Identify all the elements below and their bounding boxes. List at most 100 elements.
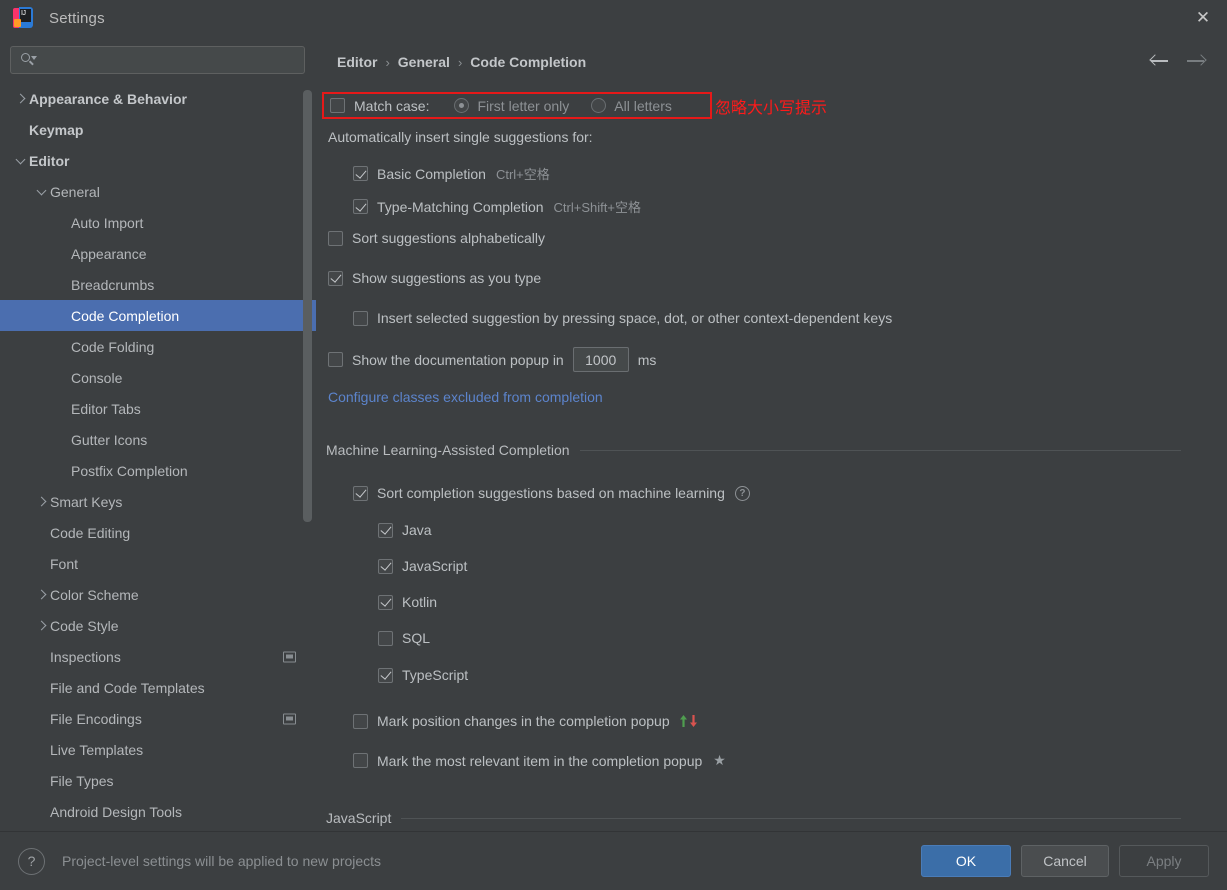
sidebar-item-label: General: [50, 184, 100, 200]
doc-popup-label-before: Show the documentation popup in: [352, 352, 564, 368]
ml-language-javascript-label: JavaScript: [402, 558, 467, 574]
tree-indent-spacer: [56, 308, 71, 323]
sidebar-item-auto-import[interactable]: Auto Import: [0, 207, 316, 238]
help-icon[interactable]: ?: [18, 848, 45, 875]
search-icon[interactable]: [20, 52, 36, 68]
sidebar-item-appearance-behavior[interactable]: Appearance & Behavior: [0, 83, 316, 114]
insert-selected-checkbox[interactable]: [353, 311, 368, 326]
match-case-checkbox[interactable]: [330, 98, 345, 113]
sidebar-item-inspections[interactable]: Inspections: [0, 641, 316, 672]
sort-alphabetically-checkbox[interactable]: [328, 231, 343, 246]
radio-all-letters[interactable]: [591, 98, 606, 113]
arrow-up-icon: [679, 714, 688, 728]
sidebar-item-label: File Types: [50, 773, 114, 789]
position-change-icons: [679, 714, 698, 728]
sidebar-item-file-and-code-templates[interactable]: File and Code Templates: [0, 672, 316, 703]
show-as-you-type-checkbox[interactable]: [328, 271, 343, 286]
mark-position-changes-checkbox[interactable]: [353, 714, 368, 729]
tree-indent-spacer: [56, 370, 71, 385]
chevron-right-icon[interactable]: [35, 494, 50, 509]
settings-content: Match case: First letter only All letter…: [316, 84, 1227, 831]
chevron-right-icon[interactable]: [35, 618, 50, 633]
arrow-left-icon[interactable]: [1149, 50, 1171, 72]
mark-most-relevant-checkbox[interactable]: [353, 753, 368, 768]
sidebar-item-live-templates[interactable]: Live Templates: [0, 734, 316, 765]
sidebar-item-color-scheme[interactable]: Color Scheme: [0, 579, 316, 610]
sidebar-item-label: Live Templates: [50, 742, 143, 758]
mark-position-changes-label: Mark position changes in the completion …: [377, 713, 670, 729]
ml-language-java-checkbox[interactable]: [378, 523, 393, 538]
arrow-right-icon[interactable]: [1185, 50, 1207, 72]
ml-language-typescript-checkbox[interactable]: [378, 668, 393, 683]
ml-language-java-label: Java: [402, 522, 432, 538]
tree-indent-spacer: [14, 122, 29, 137]
show-as-you-type-label: Show suggestions as you type: [352, 270, 541, 286]
sidebar-item-label: Android Design Tools: [50, 804, 182, 820]
sidebar-item-label: Code Editing: [50, 525, 130, 541]
auto-insert-label: Automatically insert single suggestions …: [328, 129, 593, 145]
sidebar-item-console[interactable]: Console: [0, 362, 316, 393]
configure-excluded-classes-link[interactable]: Configure classes excluded from completi…: [328, 389, 603, 405]
radio-first-letter-only[interactable]: [454, 98, 469, 113]
intellij-idea-logo-icon: IJ: [13, 7, 35, 29]
sidebar-item-code-editing[interactable]: Code Editing: [0, 517, 316, 548]
breadcrumb-item-general[interactable]: General: [398, 54, 450, 70]
ml-language-kotlin-checkbox[interactable]: [378, 595, 393, 610]
apply-button[interactable]: Apply: [1119, 845, 1209, 877]
ml-language-sql-label: SQL: [402, 630, 430, 646]
dialog-footer: ? Project-level settings will be applied…: [0, 831, 1227, 890]
sidebar-item-label: File and Code Templates: [50, 680, 205, 696]
ml-language-sql-checkbox[interactable]: [378, 631, 393, 646]
type-matching-completion-checkbox[interactable]: [353, 199, 368, 214]
tree-indent-spacer: [56, 339, 71, 354]
sidebar-item-appearance[interactable]: Appearance: [0, 238, 316, 269]
match-case-label: Match case:: [354, 98, 429, 114]
sort-ml-checkbox[interactable]: [353, 486, 368, 501]
sidebar-item-label: Smart Keys: [50, 494, 122, 510]
sidebar-item-breadcrumbs[interactable]: Breadcrumbs: [0, 269, 316, 300]
sidebar-item-keymap[interactable]: Keymap: [0, 114, 316, 145]
sidebar-item-editor-tabs[interactable]: Editor Tabs: [0, 393, 316, 424]
chevron-right-icon[interactable]: [14, 91, 29, 106]
search-box[interactable]: [10, 46, 305, 74]
breadcrumb-item-code-completion: Code Completion: [470, 54, 586, 70]
tree-indent-spacer: [56, 432, 71, 447]
chevron-right-icon[interactable]: [35, 587, 50, 602]
breadcrumb-separator: ›: [385, 55, 389, 70]
sidebar-item-editor[interactable]: Editor: [0, 145, 316, 176]
sidebar-item-file-encodings[interactable]: File Encodings: [0, 703, 316, 734]
basic-completion-checkbox[interactable]: [353, 166, 368, 181]
ml-language-kotlin-label: Kotlin: [402, 594, 437, 610]
doc-popup-delay-input[interactable]: 1000: [573, 347, 629, 372]
sidebar-item-gutter-icons[interactable]: Gutter Icons: [0, 424, 316, 455]
mark-most-relevant-row: Mark the most relevant item in the compl…: [353, 752, 726, 769]
sidebar-item-code-folding[interactable]: Code Folding: [0, 331, 316, 362]
sidebar-scrollbar[interactable]: [303, 90, 312, 522]
sidebar-item-font[interactable]: Font: [0, 548, 316, 579]
sidebar-item-android-design-tools[interactable]: Android Design Tools: [0, 796, 316, 827]
doc-popup-checkbox[interactable]: [328, 352, 343, 367]
title-bar: IJ Settings ✕: [0, 0, 1227, 36]
sidebar-item-code-style[interactable]: Code Style: [0, 610, 316, 641]
arrow-down-icon: [689, 714, 698, 728]
close-icon[interactable]: ✕: [1179, 0, 1227, 36]
chinese-annotation: 忽略大小写提示: [715, 92, 827, 119]
chevron-down-icon[interactable]: [14, 153, 29, 168]
chevron-down-icon[interactable]: [35, 184, 50, 199]
insert-selected-label: Insert selected suggestion by pressing s…: [377, 310, 892, 326]
help-circle-icon[interactable]: ?: [735, 486, 750, 501]
sidebar-item-label: Font: [50, 556, 78, 572]
search-input[interactable]: [36, 53, 298, 68]
cancel-button[interactable]: Cancel: [1021, 845, 1109, 877]
ml-language-kotlin-row: Kotlin: [378, 594, 437, 610]
sidebar-item-smart-keys[interactable]: Smart Keys: [0, 486, 316, 517]
tree-indent-spacer: [35, 773, 50, 788]
breadcrumb-item-editor[interactable]: Editor: [337, 54, 377, 70]
ml-language-javascript-checkbox[interactable]: [378, 559, 393, 574]
sidebar-item-postfix-completion[interactable]: Postfix Completion: [0, 455, 316, 486]
sidebar-item-general[interactable]: General: [0, 176, 316, 207]
sidebar-item-file-types[interactable]: File Types: [0, 765, 316, 796]
ok-button[interactable]: OK: [921, 845, 1011, 877]
sidebar-item-label: Gutter Icons: [71, 432, 147, 448]
sidebar-item-code-completion[interactable]: Code Completion: [0, 300, 316, 331]
